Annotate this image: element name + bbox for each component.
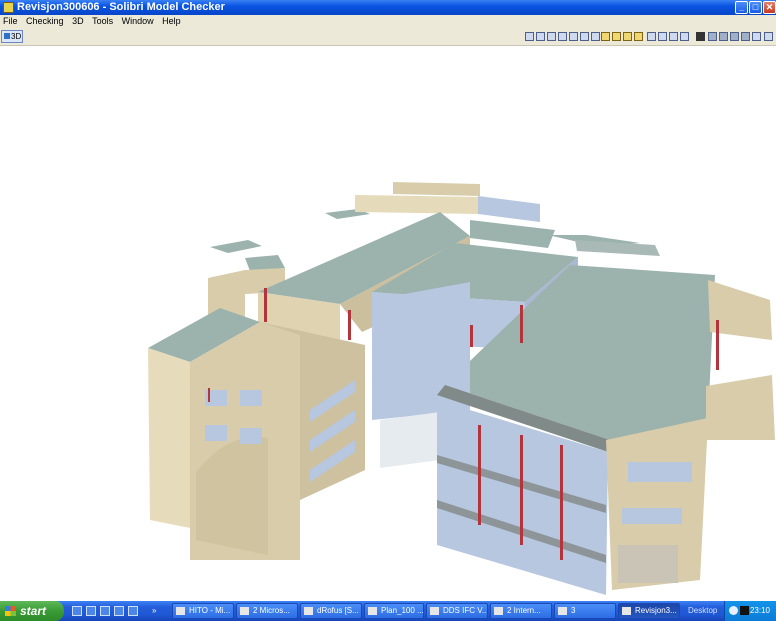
app-icon — [622, 607, 631, 615]
system-tray: 23:10 — [724, 601, 776, 621]
task-label: DDS IFC V... — [443, 606, 488, 615]
start-label: start — [20, 604, 47, 618]
quick-launch-overflow[interactable]: » — [152, 601, 156, 621]
desktop-toolbar-label[interactable]: Desktop — [688, 601, 717, 621]
quick-launch-ie-icon[interactable] — [86, 606, 96, 616]
maximize-button[interactable]: □ — [749, 1, 762, 14]
clock[interactable]: 23:10 — [750, 601, 770, 621]
menu-tools[interactable]: Tools — [92, 16, 113, 26]
app-icon — [176, 607, 185, 615]
task-label: Plan_100 ... — [381, 606, 424, 615]
toolbar: 3D — [0, 28, 776, 46]
task-label: Revisjon3... — [635, 606, 677, 615]
task-dds-ifc[interactable]: DDS IFC V... — [426, 603, 488, 619]
application-window: Revisjon300606 - Solibri Model Checker _… — [0, 0, 776, 601]
box-side-icon[interactable] — [612, 32, 621, 41]
close-view-icon[interactable] — [764, 32, 773, 41]
quick-launch-explorer-icon[interactable] — [72, 606, 82, 616]
taskbar: start » HITO - Mi... 2 Micros... dRofus … — [0, 601, 776, 621]
box-iso-icon[interactable] — [634, 32, 643, 41]
task-internet[interactable]: 2 Intern... — [490, 603, 552, 619]
title-bar[interactable]: Revisjon300606 - Solibri Model Checker _… — [0, 0, 776, 15]
app-icon — [240, 607, 249, 615]
zoom-out-icon[interactable] — [669, 32, 678, 41]
task-label: dRofus [S... — [317, 606, 359, 615]
task-label: 2 Intern... — [507, 606, 541, 615]
task-group-3[interactable]: 3 — [554, 603, 616, 619]
task-hito[interactable]: HITO - Mi... — [172, 603, 234, 619]
quick-launch-excel-icon[interactable] — [114, 606, 124, 616]
app-icon — [304, 607, 313, 615]
building-model — [148, 182, 775, 595]
monitor-icon[interactable] — [740, 606, 749, 615]
task-revisjon[interactable]: Revisjon3... — [618, 603, 680, 619]
restore-view-icon[interactable] — [752, 32, 761, 41]
task-label: HITO - Mi... — [189, 606, 231, 615]
network-icon[interactable] — [729, 606, 738, 615]
rotate-icon[interactable] — [536, 32, 545, 41]
color-picker-icon[interactable] — [696, 32, 705, 41]
task-label: 2 Micros... — [253, 606, 290, 615]
box-front-icon[interactable] — [601, 32, 610, 41]
menu-help[interactable]: Help — [162, 16, 181, 26]
3d-viewport[interactable] — [0, 47, 776, 601]
task-plan[interactable]: Plan_100 ... — [364, 603, 424, 619]
app-icon — [558, 607, 567, 615]
menu-bar: File Checking 3D Tools Window Help — [0, 15, 776, 28]
zoom-in-icon[interactable] — [658, 32, 667, 41]
windows-logo-icon — [5, 606, 16, 616]
close-button[interactable]: ✕ — [763, 1, 776, 14]
minimize-button[interactable]: _ — [735, 1, 748, 14]
view-3d-label: 3D — [11, 32, 22, 41]
zoom-fit-icon[interactable] — [647, 32, 656, 41]
zoom-window-icon[interactable] — [680, 32, 689, 41]
menu-window[interactable]: Window — [122, 16, 154, 26]
pan-icon[interactable] — [525, 32, 534, 41]
section-icon[interactable] — [580, 32, 589, 41]
box-top-icon[interactable] — [623, 32, 632, 41]
info-icon[interactable] — [558, 32, 567, 41]
quick-launch-word-icon[interactable] — [128, 606, 138, 616]
window-title: Revisjon300606 - Solibri Model Checker — [17, 1, 225, 13]
task-label: 3 — [571, 606, 576, 615]
transparency-icon[interactable] — [741, 32, 750, 41]
layers-icon[interactable] — [719, 32, 728, 41]
task-microsoft[interactable]: 2 Micros... — [236, 603, 298, 619]
menu-checking[interactable]: Checking — [26, 16, 64, 26]
menu-3d[interactable]: 3D — [72, 16, 84, 26]
measure-icon[interactable] — [569, 32, 578, 41]
visibility-icon[interactable] — [730, 32, 739, 41]
walk-icon[interactable] — [547, 32, 556, 41]
app-icon — [3, 2, 14, 13]
chevron-down-icon[interactable] — [708, 32, 717, 41]
quick-launch-outlook-icon[interactable] — [100, 606, 110, 616]
app-icon — [368, 607, 377, 615]
start-button[interactable]: start — [0, 601, 64, 621]
view-3d-tab[interactable]: 3D — [1, 30, 23, 43]
menu-file[interactable]: File — [3, 16, 18, 26]
task-drofus[interactable]: dRofus [S... — [300, 603, 362, 619]
cube-icon — [4, 33, 10, 39]
grid-icon[interactable] — [591, 32, 600, 41]
app-icon — [430, 607, 439, 615]
app-icon — [494, 607, 503, 615]
